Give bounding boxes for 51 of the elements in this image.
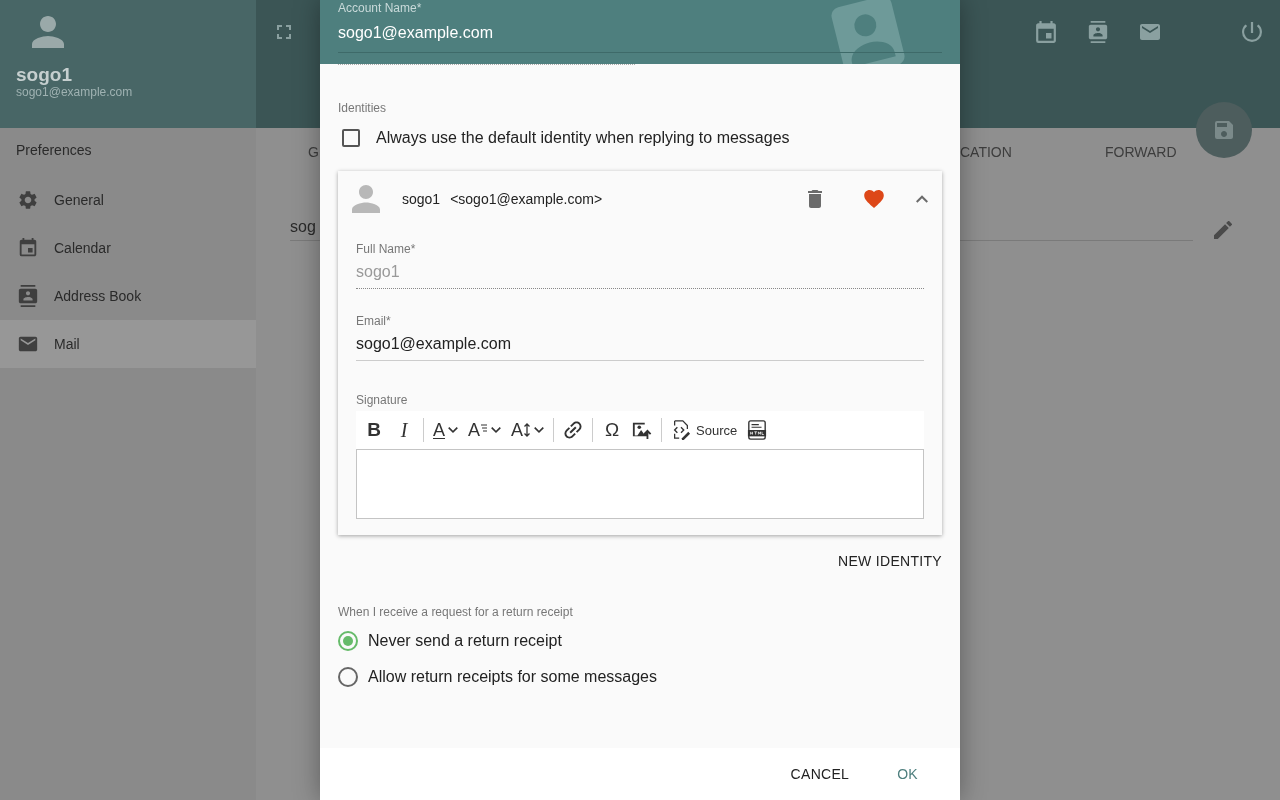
- user-email: sogo1@example.com: [16, 85, 134, 99]
- font-color-dropdown[interactable]: A: [429, 415, 462, 445]
- radio-label: Never send a return receipt: [368, 632, 562, 650]
- checkbox-label: Always use the default identity when replying to messages: [376, 129, 790, 147]
- italic-button[interactable]: I: [390, 415, 418, 445]
- avatar-icon: [352, 185, 380, 213]
- caret-icon: [534, 427, 545, 433]
- power-icon[interactable]: [1242, 21, 1262, 43]
- cancel-button[interactable]: CANCEL: [790, 760, 850, 788]
- account-name-field[interactable]: Account Name* sogo1@example.com: [338, 0, 942, 53]
- heart-icon[interactable]: [864, 190, 884, 208]
- radio-button[interactable]: [338, 667, 358, 687]
- signature-label: Signature: [356, 393, 409, 407]
- collapse-icon[interactable]: [916, 195, 928, 203]
- checkbox[interactable]: [342, 129, 360, 147]
- user-name: sogo1: [16, 65, 73, 85]
- sidebar-item[interactable]: Calendar: [0, 224, 256, 272]
- sidebar-item[interactable]: Mail: [0, 320, 256, 368]
- calendar-icon: [18, 237, 38, 259]
- caret-icon: [491, 427, 502, 433]
- identity-name: sogo1: [402, 191, 441, 207]
- special-character-button[interactable]: Ω: [598, 415, 627, 445]
- vertical-arrow-icon: [523, 423, 532, 437]
- section-label: When I receive a request for a return receipt: [338, 605, 573, 619]
- new-identity-button[interactable]: NEW IDENTITY: [838, 547, 942, 575]
- edit-icon[interactable]: [1214, 220, 1232, 239]
- avatar-icon: [32, 16, 64, 48]
- calendar-icon[interactable]: [1036, 21, 1056, 43]
- fullscreen-icon[interactable]: [277, 25, 291, 39]
- source-button[interactable]: Source: [667, 415, 742, 445]
- code-document-icon: [671, 420, 692, 440]
- delete-icon[interactable]: [808, 190, 822, 208]
- caret-icon: [448, 427, 458, 433]
- bold-button[interactable]: B: [360, 415, 388, 445]
- mail-icon[interactable]: [1140, 21, 1160, 43]
- font-size-dropdown[interactable]: A: [507, 415, 549, 445]
- sidebar-item[interactable]: General: [0, 176, 256, 224]
- identity-email: <sogo1@example.com>: [450, 191, 603, 207]
- contact-card-icon[interactable]: [1088, 21, 1108, 43]
- email-field[interactable]: Email* sogo1@example.com: [356, 313, 924, 361]
- sidebar-item[interactable]: Address Book: [0, 272, 256, 320]
- save-icon: [1215, 121, 1233, 139]
- save-button[interactable]: [1196, 102, 1252, 158]
- contact-card-icon: [18, 285, 38, 307]
- sidebar-heading: Preferences: [15, 141, 93, 160]
- radio-label: Allow return receipts for some messages: [368, 668, 657, 686]
- radio-button[interactable]: [338, 631, 358, 651]
- gear-icon: [18, 189, 38, 211]
- section-label: Identities: [338, 101, 387, 115]
- ok-button[interactable]: OK: [897, 760, 918, 788]
- font-family-dropdown[interactable]: A: [464, 415, 506, 445]
